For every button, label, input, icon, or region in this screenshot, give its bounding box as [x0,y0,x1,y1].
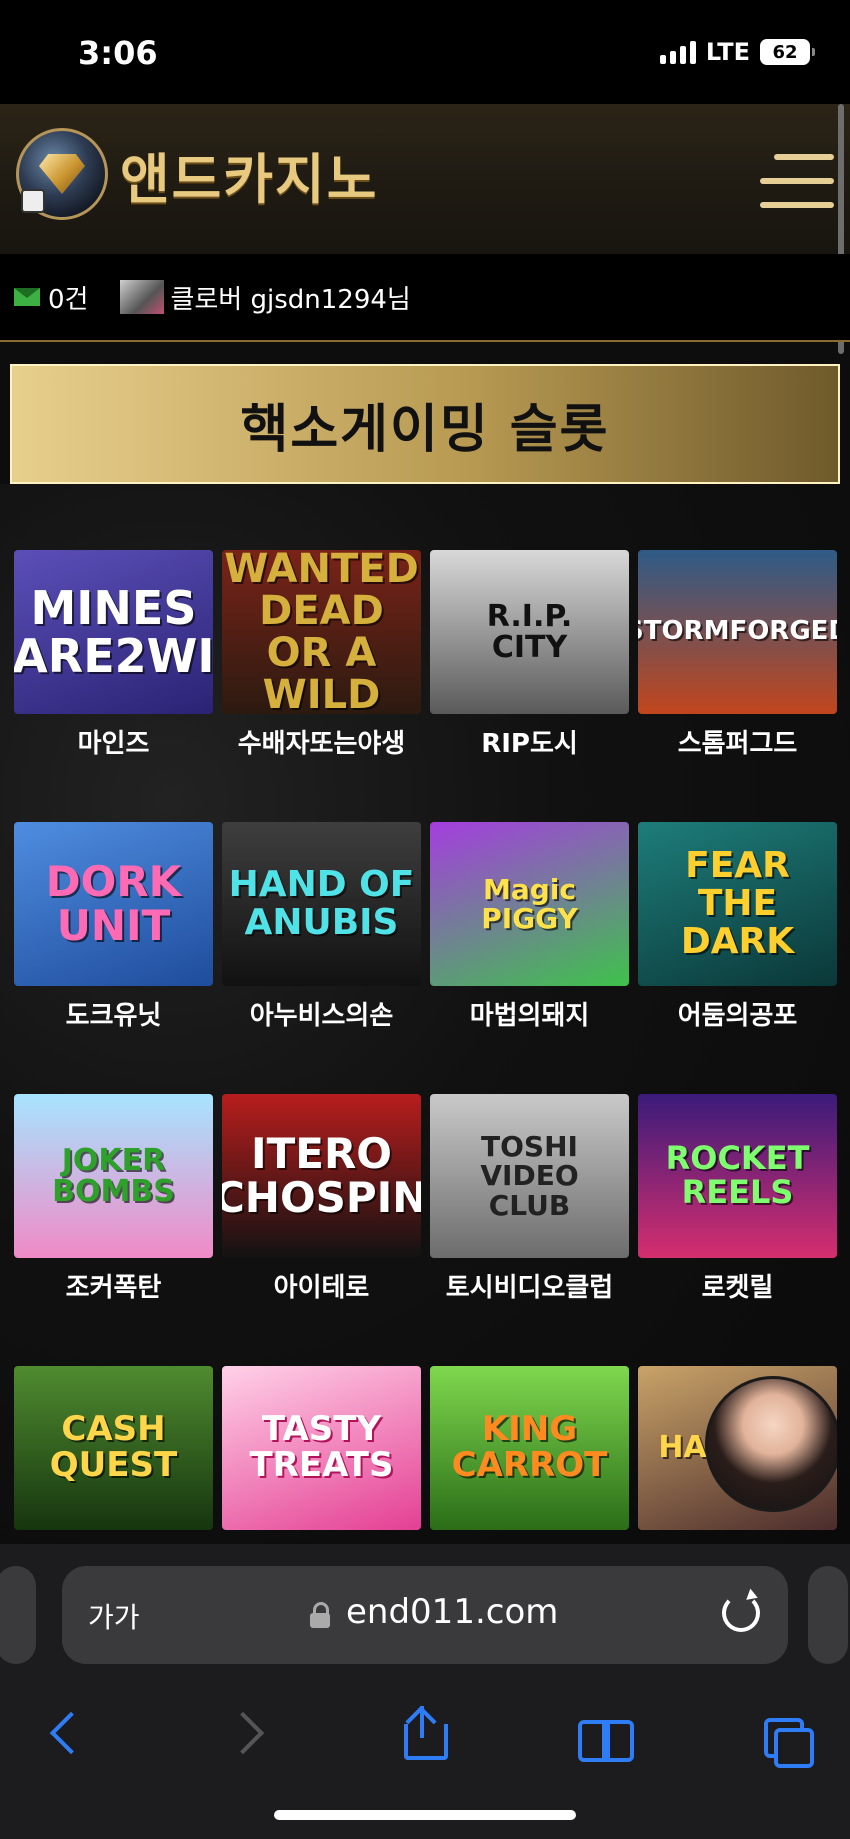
mail-icon[interactable] [14,288,40,306]
address-bar[interactable]: 가가 end011.com [62,1566,788,1664]
game-title[interactable]: 아이테로 [222,1270,421,1308]
tabs-icon[interactable] [760,1704,820,1768]
game-tile[interactable]: MINESDARE2WIN 마인즈 [14,550,213,822]
game-thumbnail[interactable]: FEAR THE DARK [638,822,837,986]
menu-icon[interactable] [760,154,834,208]
battery-icon: 62 [760,39,815,65]
game-art: ITEROECHOSPINS [222,1128,421,1222]
game-art: DORK UNIT [45,856,182,950]
game-title[interactable]: 스톰퍼그드 [638,726,837,764]
text-size-button[interactable]: 가가 [88,1596,140,1636]
game-thumbnail[interactable]: Magic PIGGY [430,822,629,986]
share-icon[interactable] [396,1704,456,1764]
game-thumbnail[interactable]: MINESDARE2WIN [14,550,213,714]
provider-banner: 핵소게이밍 슬롯 [10,364,840,484]
diamond-logo-icon [16,128,108,220]
status-time: 3:06 [78,34,158,72]
network-label: LTE [705,38,750,66]
game-art: TOSHI VIDEO CLUB [480,1129,579,1222]
game-title[interactable]: RIP도시 [430,726,629,764]
game-art: STORMFORGED [638,616,837,647]
game-tile[interactable]: ITEROECHOSPINS 아이테로 [222,1094,421,1366]
game-thumbnail[interactable]: WANTED DEAD OR A WILD [222,550,421,714]
game-title[interactable]: 마법의돼지 [430,998,629,1036]
game-thumbnail[interactable]: ROCKET REELS [638,1094,837,1258]
game-title[interactable]: 조커폭탄 [14,1270,213,1308]
game-title[interactable]: 도크유닛 [14,998,213,1036]
game-tile[interactable]: STORMFORGED 스톰퍼그드 [638,550,837,822]
game-art: HAND OF ANUBIS [228,864,415,943]
game-thumbnail[interactable]: TASTY TREATS [222,1366,421,1530]
game-grid: MINESDARE2WIN 마인즈 WANTEDDEAD OR A WILD 수… [14,550,837,1638]
browser-bottom-bar: 가가 end011.com [0,1544,850,1839]
user-avatar [120,280,165,314]
game-tile[interactable]: TOSHI VIDEO CLUB 토시비디오클럽 [430,1094,629,1366]
game-tile[interactable]: JOKER BOMBS 조커폭탄 [14,1094,213,1366]
game-thumbnail[interactable]: HAND OF ANUBIS [222,822,421,986]
game-title[interactable]: 수배자또는야생 [222,726,421,764]
status-right: LTE 62 [659,38,815,66]
game-art: KING CARROT [451,1409,608,1485]
user-bar: 0건 클로버 gjsdn1294님 [0,254,850,342]
status-bar: 3:06 LTE 62 [0,0,850,104]
provider-title: 핵소게이밍 슬롯 [240,399,610,460]
game-tile[interactable]: DORK UNIT 도크유닛 [14,822,213,1094]
game-title[interactable]: 어둠의공포 [638,998,837,1036]
site-logo[interactable]: 앤드카지노 [16,128,378,220]
game-art: TASTY TREATS [249,1409,394,1485]
game-title[interactable]: 로켓릴 [638,1270,837,1308]
home-indicator[interactable] [274,1810,576,1820]
game-art: WANTED DEAD OR A WILD [224,550,419,714]
mail-count[interactable]: 0건 [48,279,88,316]
back-icon[interactable] [38,1704,98,1764]
game-thumbnail[interactable]: STORMFORGED [638,550,837,714]
chat-avatar-button[interactable] [705,1376,837,1512]
game-thumbnail[interactable]: HA [638,1366,837,1530]
game-title[interactable]: 마인즈 [14,726,213,764]
game-art: FEAR THE DARK [680,845,795,962]
game-art: CASH QUEST [49,1409,178,1485]
bookmarks-icon[interactable] [576,1704,636,1764]
forward-icon[interactable] [218,1704,278,1764]
game-thumbnail[interactable]: CASH QUEST [14,1366,213,1530]
browser-toolbar [0,1694,850,1774]
logo-text: 앤드카지노 [120,147,379,211]
game-art: R.I.P. CITY [486,598,573,665]
game-art: ROCKET REELS [665,1139,810,1211]
game-thumbnail[interactable]: ITEROECHOSPINS [222,1094,421,1258]
game-art: HA [658,1430,707,1466]
site-header: 앤드카지노 [0,104,850,254]
game-title[interactable]: 아누비스의손 [222,998,421,1036]
signal-icon [659,40,696,64]
lock-icon [310,1602,330,1628]
user-label: 클로버 gjsdn1294님 [170,284,411,315]
game-tile[interactable]: WANTED DEAD OR A WILD 수배자또는야생 [222,550,421,822]
game-tile[interactable]: R.I.P. CITY RIP도시 [430,550,629,822]
game-art: JOKER BOMBS [52,1142,175,1209]
game-thumbnail[interactable]: TOSHI VIDEO CLUB [430,1094,629,1258]
game-thumbnail[interactable]: KING CARROT [430,1366,629,1530]
game-tile[interactable]: HAND OF ANUBIS 아누비스의손 [222,822,421,1094]
game-thumbnail[interactable]: R.I.P. CITY [430,550,629,714]
game-tile[interactable]: ROCKET REELS 로켓릴 [638,1094,837,1366]
game-art: MINESDARE2WIN [14,580,213,683]
game-thumbnail[interactable]: JOKER BOMBS [14,1094,213,1258]
reload-icon[interactable] [722,1594,760,1632]
game-title[interactable]: 토시비디오클럽 [430,1270,629,1308]
game-thumbnail[interactable]: DORK UNIT [14,822,213,986]
game-art: Magic PIGGY [481,872,578,935]
game-tile[interactable]: Magic PIGGY 마법의돼지 [430,822,629,1094]
next-tab-peek[interactable] [808,1566,848,1664]
previous-tab-peek[interactable] [0,1566,36,1664]
url-text[interactable]: end011.com [346,1592,558,1632]
game-tile[interactable]: FEAR THE DARK 어둠의공포 [638,822,837,1094]
